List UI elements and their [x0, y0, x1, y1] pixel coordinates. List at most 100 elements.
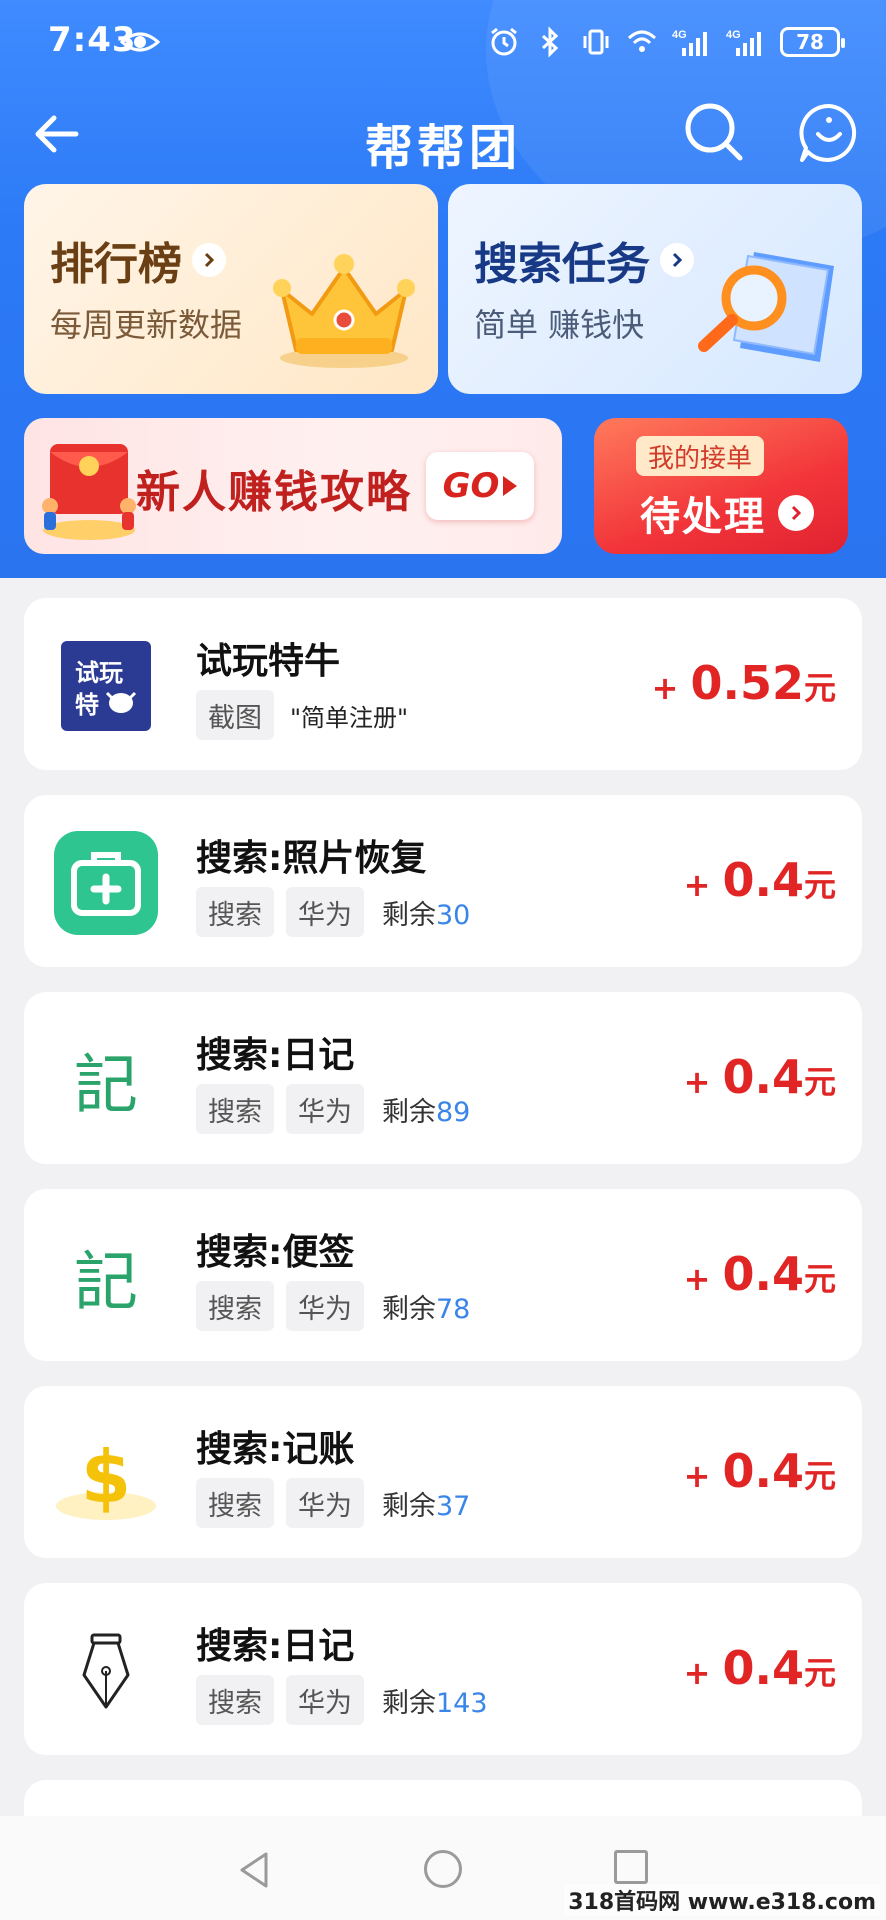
nav-back-icon[interactable] [236, 1850, 272, 1890]
new-user-guide-banner[interactable]: 新人赚钱攻略 GO [24, 418, 562, 554]
task-tag: 搜索 [196, 887, 274, 937]
status-icons: 4G 4G 78 [488, 24, 845, 60]
task-name: 试玩特牛 [196, 641, 341, 682]
pending-label: 待处理 [640, 494, 766, 540]
task-tag: 搜索 [196, 1281, 274, 1331]
go-button-label: GO [442, 466, 500, 506]
remaining-label: 剩余 [382, 899, 436, 931]
remaining-label: 剩余 [382, 1096, 436, 1128]
task-card[interactable]: 記 搜索:便签 搜索 华为 剩余78 + 0.4 元 [24, 1189, 862, 1361]
notes-ji-app-icon: 記 [54, 1225, 158, 1329]
remaining-label: 剩余 [382, 1293, 436, 1325]
customer-service-icon[interactable] [796, 100, 862, 166]
alarm-icon [491, 27, 517, 56]
remaining-count: 剩余78 [376, 1287, 470, 1326]
task-tags: 搜索 华为 剩余143 [196, 1675, 488, 1725]
task-reward: + 0.4 元 [684, 853, 836, 907]
go-button[interactable]: GO [426, 452, 534, 520]
task-name: 搜索:便签 [196, 1232, 355, 1273]
task-tags: 搜索 华为 剩余89 [196, 1084, 470, 1134]
my-orders-label: 我的接单 [636, 436, 765, 476]
task-card[interactable]: 搜索:照片恢复 搜索 华为 剩余30 + 0.4 元 [24, 795, 862, 967]
task-card[interactable]: 記 搜索:日记 搜索 华为 剩余89 + 0.4 元 [24, 992, 862, 1164]
app-icon-text-2: 特 [75, 691, 99, 719]
pen-nib-app-icon [54, 1619, 158, 1723]
task-name: 搜索:日记 [196, 1626, 355, 1667]
task-reward: + 0.4 元 [684, 1641, 836, 1695]
task-card[interactable]: 搜索:日记 搜索 华为 剩余143 + 0.4 元 [24, 1583, 862, 1755]
top-nav: 帮帮团 [0, 86, 886, 182]
eye-icon [120, 32, 160, 52]
remaining-count: 剩余89 [376, 1090, 470, 1129]
task-tag: 华为 [286, 1478, 364, 1528]
task-tags: 截图 "简单注册" [196, 690, 408, 740]
task-description: "简单注册" [290, 703, 409, 732]
search-tasks-title-row: 搜索任务 [474, 228, 694, 292]
task-card[interactable]: 试玩 特 试玩特牛 截图 "简单注册" + 0.52 元 [24, 598, 862, 770]
search-icon[interactable] [682, 100, 746, 164]
wifi-icon [627, 30, 657, 52]
remaining-number: 143 [436, 1687, 488, 1719]
task-name: 搜索:照片恢复 [196, 838, 427, 879]
chevron-right-icon [192, 243, 226, 277]
chevron-right-icon [778, 495, 814, 531]
crown-icon [273, 254, 415, 368]
leaderboard-subtitle: 每周更新数据 [50, 306, 243, 344]
reward-unit: 元 [803, 669, 836, 707]
status-bar: 7:43 4G 4G 78 [0, 0, 886, 86]
system-nav-bar: 318首码网 www.e318.com [0, 1816, 886, 1920]
guide-banner-text: 新人赚钱攻略 [136, 467, 412, 518]
remaining-number: 37 [436, 1490, 471, 1522]
search-tasks-title: 搜索任务 [474, 239, 650, 290]
reward-plus: + [683, 1260, 711, 1298]
signal-4g-icon-2: 4G [726, 29, 761, 56]
reward-amount: 0.4 [722, 1641, 804, 1695]
diary-ji-app-icon: 記 [54, 1028, 158, 1132]
reward-unit: 元 [803, 1654, 836, 1692]
bluetooth-icon [541, 26, 559, 58]
nav-home-icon[interactable] [424, 1850, 462, 1888]
task-reward: + 0.4 元 [684, 1444, 836, 1498]
reward-amount: 0.4 [722, 1444, 804, 1498]
search-tasks-card[interactable]: 搜索任务 简单 赚钱快 [448, 184, 862, 394]
task-tag: 华为 [286, 887, 364, 937]
task-reward: + 0.52 元 [652, 656, 836, 710]
reward-unit: 元 [803, 1260, 836, 1298]
remaining-count: 剩余37 [376, 1484, 470, 1523]
remaining-label: 剩余 [382, 1490, 436, 1522]
my-orders-pending-banner[interactable]: 我的接单 待处理 [594, 418, 848, 554]
medical-kit-app-icon [54, 831, 158, 935]
task-tag: 截图 [196, 690, 274, 740]
reward-plus: + [683, 1457, 711, 1495]
battery-icon: 78 [780, 27, 845, 57]
reward-amount: 0.4 [722, 1247, 804, 1301]
ji-glyph: 記 [74, 1049, 138, 1123]
task-tags: 搜索 华为 剩余30 [196, 887, 470, 937]
task-tag: 搜索 [196, 1084, 274, 1134]
task-card[interactable]: $ 搜索:记账 搜索 华为 剩余37 + 0.4 元 [24, 1386, 862, 1558]
play-icon [503, 476, 518, 496]
leaderboard-card[interactable]: 排行榜 每周更新数据 [24, 184, 438, 394]
shiwan-teniu-app-icon: 试玩 特 [54, 634, 158, 738]
reward-amount: 0.4 [722, 1050, 804, 1104]
task-tag: 华为 [286, 1084, 364, 1134]
page-title: 帮帮团 [364, 120, 521, 176]
nav-recent-apps-icon[interactable] [614, 1850, 648, 1884]
remaining-number: 89 [436, 1096, 471, 1128]
svg-text:4G: 4G [672, 29, 687, 41]
reward-unit: 元 [803, 866, 836, 904]
task-reward: + 0.4 元 [684, 1050, 836, 1104]
app-icon-text-1: 试玩 [75, 659, 123, 687]
reward-unit: 元 [803, 1063, 836, 1101]
dollar-app-icon: $ [54, 1422, 158, 1526]
task-name: 搜索:记账 [196, 1429, 355, 1470]
remaining-number: 78 [436, 1293, 471, 1325]
magnifier-icon [698, 252, 834, 362]
remaining-number: 30 [436, 899, 471, 931]
reward-amount: 0.52 [690, 656, 804, 710]
remaining-count: 剩余143 [376, 1681, 488, 1720]
search-tasks-subtitle: 简单 赚钱快 [474, 306, 645, 344]
dollar-glyph: $ [81, 1435, 131, 1519]
battery-level: 78 [796, 30, 824, 54]
reward-unit: 元 [803, 1457, 836, 1495]
